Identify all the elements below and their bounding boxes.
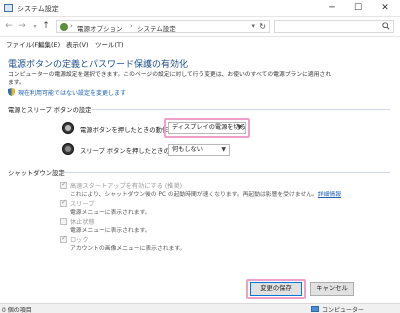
power-button-label: 電源ボタンを押したときの動作: [80, 127, 171, 134]
minimize-button[interactable]: ─ [320, 0, 344, 16]
search-icon [382, 22, 390, 30]
more-info-link[interactable]: 詳細情報 [318, 192, 341, 198]
fast-startup-description: これにより、シャットダウン後の PC の起動時間が速くなります。再起動は影響を受… [70, 189, 341, 198]
up-arrow-icon[interactable]: ↑ [40, 20, 52, 33]
power-button-icon [62, 122, 74, 134]
forward-arrow-icon[interactable]: → [16, 20, 28, 33]
page-description-line1: コンピューターの電源設定を選択できます。このページの設定に対して行う変更は、お使… [8, 72, 332, 78]
sleep-description: 電源メニューに表示されます。 [70, 210, 151, 216]
cancel-button[interactable]: キャンセル [310, 282, 354, 296]
maximize-button[interactable]: ☐ [346, 0, 370, 16]
breadcrumb-separator: › [130, 22, 133, 30]
menu-file[interactable]: ファイル(F) [6, 39, 41, 49]
search-input[interactable] [274, 20, 394, 33]
section-divider [92, 109, 390, 110]
shutdown-section-title: シャットダウン設定 [8, 170, 65, 177]
menu-view[interactable]: 表示(V) [66, 39, 89, 49]
chevron-down-icon: ▼ [221, 146, 226, 153]
power-button-action-value: ディスプレイの電源を切る [172, 124, 246, 131]
computer-icon [311, 306, 319, 312]
status-location: コンピューター [322, 307, 365, 313]
power-button-action-select[interactable]: ディスプレイの電源を切る ▼ [168, 122, 246, 134]
back-arrow-icon[interactable]: ← [3, 20, 15, 33]
menu-edit[interactable]: 編集(E) [38, 39, 60, 49]
title-bar: システム設定 ─ ☐ ✕ [0, 0, 400, 17]
change-unavailable-settings-link[interactable]: 現在利用可能ではない設定を変更します [18, 88, 126, 97]
address-dropdown-icon[interactable]: ▾ [251, 22, 255, 30]
sleep-button-icon [62, 143, 74, 155]
refresh-icon[interactable]: ↻ [259, 22, 266, 31]
menu-bar: ファイル(F) 編集(E) 表示(V) ツール(T) [0, 37, 400, 50]
hibernate-checkbox[interactable] [60, 218, 67, 225]
window-title: システム設定 [17, 5, 59, 13]
breadcrumb-separator: › [70, 22, 73, 30]
main-content: 電源ボタンの定義とパスワード保護の有効化 コンピューターの電源設定を選択できます… [0, 50, 400, 303]
page-title: 電源ボタンの定義とパスワード保護の有効化 [8, 60, 189, 70]
section-divider [62, 172, 390, 173]
sleep-button-action-value: 何もしない [172, 146, 203, 153]
fast-startup-checkbox[interactable] [60, 180, 67, 189]
lock-checkbox[interactable] [60, 234, 67, 243]
power-options-icon [4, 4, 13, 12]
lock-description: アカウントの画像メニューに表示されます。 [70, 246, 186, 252]
status-bar: 0 個の項目 コンピューター [0, 303, 400, 313]
hibernate-description: 電源メニューに表示されます。 [70, 228, 151, 234]
save-changes-button[interactable]: 変更の保存 [250, 282, 302, 296]
page-description: コンピューターの電源設定を選択できます。このページの設定に対して行う変更は、お使… [8, 71, 388, 87]
address-bar: ← → ▾ ↑ › 電源オプション › システム設定 ▾ ↻ [0, 17, 400, 37]
menu-tools[interactable]: ツール(T) [95, 39, 124, 49]
control-panel-icon [60, 23, 68, 31]
breadcrumb-power-options[interactable]: 電源オプション [77, 23, 123, 33]
close-button[interactable]: ✕ [373, 0, 397, 16]
item-count: 0 個の項目 [2, 307, 32, 313]
sleep-checkbox[interactable] [60, 198, 67, 207]
chevron-down-icon: ▼ [237, 124, 242, 131]
sleep-button-action-select[interactable]: 何もしない ▼ [168, 144, 230, 156]
fast-startup-description-text: これにより、シャットダウン後の PC の起動時間が速くなります。再起動は影響を受… [70, 192, 318, 198]
page-description-line2: ます。 [8, 80, 25, 86]
power-sleep-section-title: 電源とスリープ ボタンの設定 [8, 107, 92, 114]
uac-shield-icon [8, 88, 15, 96]
breadcrumb-system-settings[interactable]: システム設定 [137, 23, 176, 33]
breadcrumb[interactable]: › 電源オプション › システム設定 ▾ ↻ [56, 20, 270, 33]
